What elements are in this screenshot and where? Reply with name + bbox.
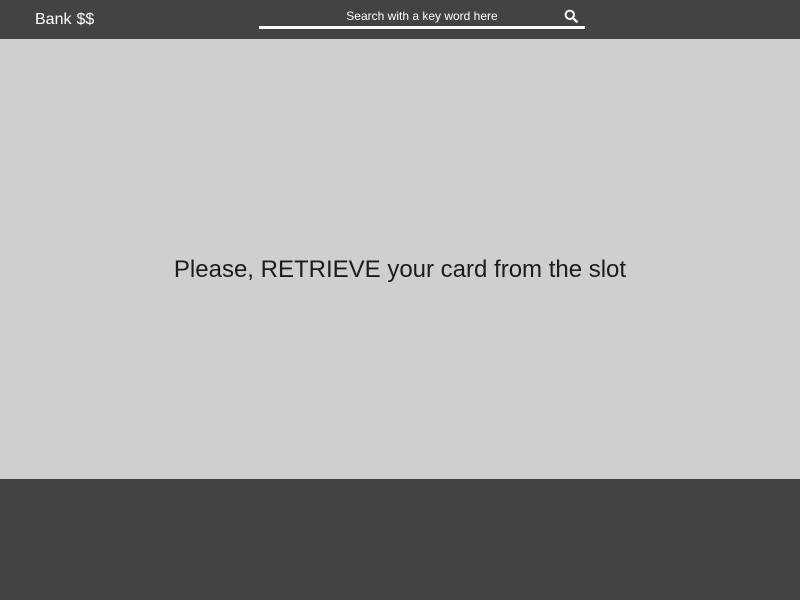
brand-symbol: $$ [76, 11, 95, 28]
brand: Bank $$ [35, 10, 94, 30]
search-bar [259, 5, 585, 29]
search-input[interactable] [259, 5, 585, 26]
app-window: Bank$$ Please, RETRIEVE your card from t… [0, 0, 800, 600]
top-bar: Bank $$ [0, 0, 800, 39]
footer [0, 479, 800, 600]
retrieve-card-message: Please, RETRIEVE your card from the slot [173, 256, 627, 283]
search-icon[interactable] [564, 9, 578, 23]
brand-name: Bank [35, 11, 72, 28]
main-content: Please, RETRIEVE your card from the slot [0, 39, 800, 479]
